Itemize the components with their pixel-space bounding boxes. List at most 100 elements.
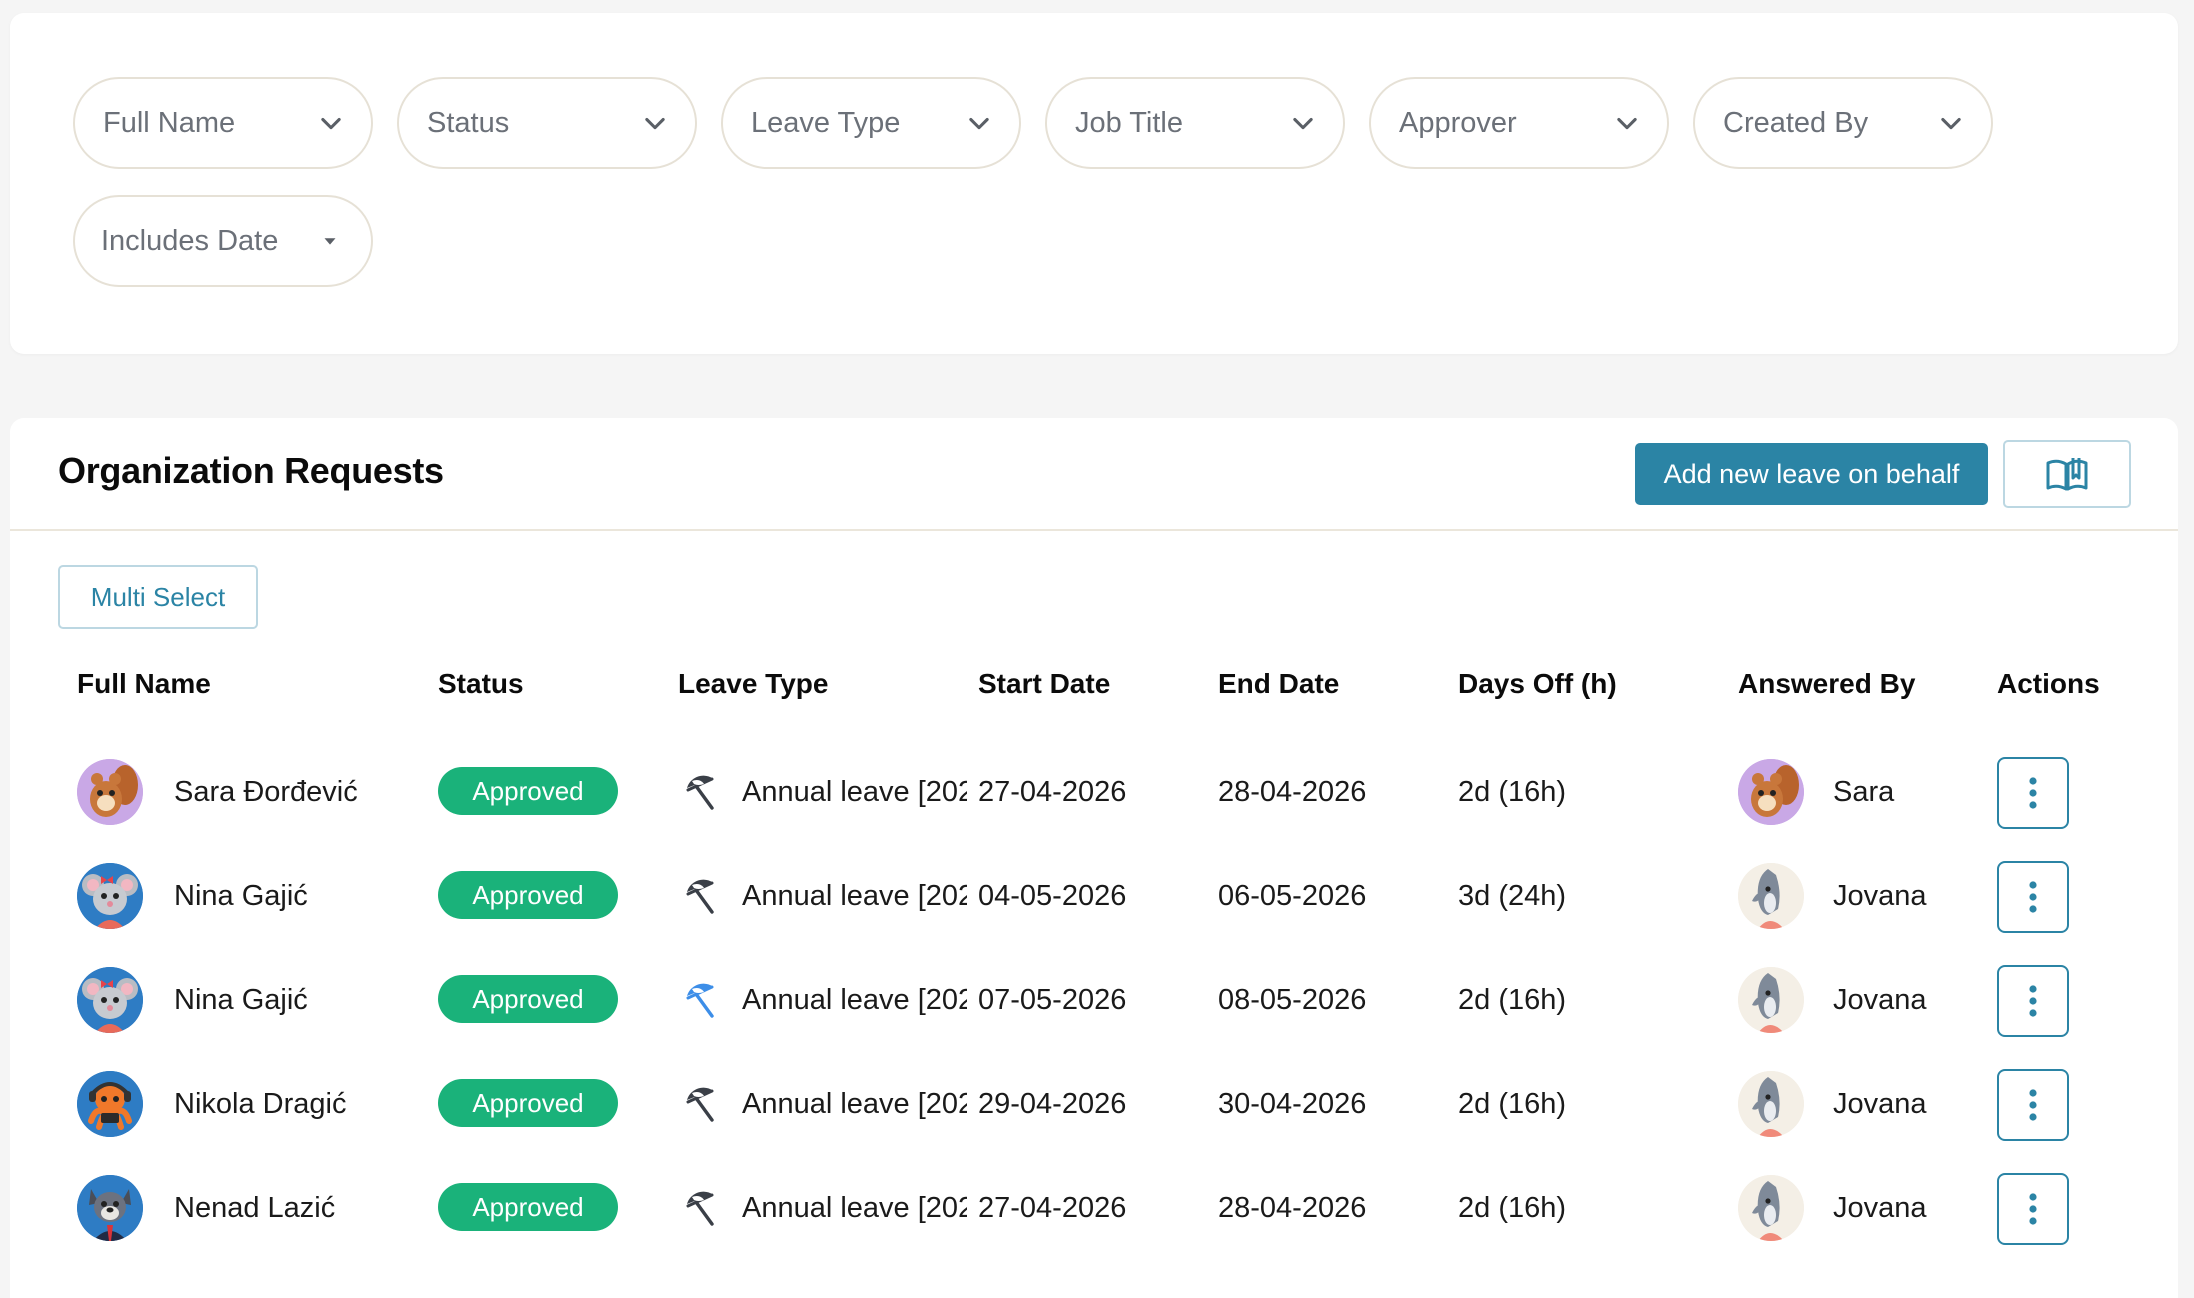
umbrella-icon: [686, 1087, 714, 1122]
column-header-status[interactable]: Status: [438, 668, 524, 700]
leave-type: Annual leave [2026]: [682, 1052, 967, 1156]
table-row[interactable]: Nenad Lazić Approved Annual leave [2026]…: [10, 1156, 2178, 1260]
column-header-leave-type[interactable]: Leave Type: [678, 668, 828, 700]
filter-job-title[interactable]: Job Title: [1045, 77, 1345, 169]
dog-avatar: [77, 1175, 143, 1241]
end-date: 28-04-2026: [1218, 775, 1367, 808]
row-actions-button[interactable]: [1997, 757, 2069, 829]
umbrella-icon: [686, 879, 714, 914]
filter-label: Full Name: [103, 106, 236, 139]
full-name[interactable]: Nikola Dragić: [174, 1052, 346, 1156]
days-off: 2d (16h): [1458, 775, 1567, 808]
book-open-icon: [2046, 458, 2088, 491]
dolphin-avatar: [1738, 1071, 1804, 1137]
days-off: 2d (16h): [1458, 1191, 1567, 1224]
chevron-down-icon: [1617, 117, 1637, 130]
kebab-menu-icon: [2029, 777, 2037, 809]
squirrel-avatar: [1738, 759, 1804, 825]
leave-type-label: Annual leave [2026]: [742, 983, 967, 1016]
umbrella-icon: [686, 983, 714, 1018]
page-title: Organization Requests: [58, 450, 444, 491]
octopus-avatar: [77, 1071, 143, 1137]
status-badge: Approved: [438, 975, 618, 1023]
leave-type-label: Annual leave [2026]: [742, 775, 967, 808]
days-off: 3d (24h): [1458, 879, 1567, 912]
answered-by: Jovana: [1833, 879, 1927, 912]
filter-label: Leave Type: [751, 106, 901, 139]
start-date: 27-04-2026: [978, 1191, 1127, 1224]
multi-select-button[interactable]: Multi Select: [58, 565, 258, 629]
leave-type: Annual leave [2026]: [682, 948, 967, 1052]
status-badge: Approved: [438, 767, 618, 815]
add-leave-on-behalf-button[interactable]: Add new leave on behalf: [1635, 443, 1988, 505]
organization-requests-panel: Organization Requests Add new leave on b…: [10, 418, 2178, 1298]
filter-full-name[interactable]: Full Name: [73, 77, 373, 169]
answered-by: Jovana: [1833, 983, 1927, 1016]
chevron-down-icon: [1293, 117, 1313, 130]
kebab-menu-icon: [2029, 1089, 2037, 1121]
mouse-avatar: [77, 863, 143, 929]
leave-type-label: Annual leave [2026]: [742, 1087, 967, 1120]
filter-includes-date[interactable]: Includes Date: [73, 195, 373, 287]
end-date: 30-04-2026: [1218, 1087, 1367, 1120]
full-name[interactable]: Nenad Lazić: [174, 1156, 335, 1260]
leave-type-label: Annual leave [2026]: [742, 879, 967, 912]
table-row[interactable]: Nina Gajić Approved Annual leave [2026] …: [10, 948, 2178, 1052]
end-date: 06-05-2026: [1218, 879, 1367, 912]
umbrella-icon: [686, 775, 714, 810]
column-header-days-off[interactable]: Days Off (h): [1458, 668, 1617, 700]
caret-down-icon: [324, 238, 336, 245]
row-actions-button[interactable]: [1997, 861, 2069, 933]
table-row[interactable]: Sara Đorđević Approved Annual leave [202…: [10, 740, 2178, 844]
guide-button[interactable]: [2003, 440, 2131, 508]
start-date: 29-04-2026: [978, 1087, 1127, 1120]
filter-created-by[interactable]: Created By: [1693, 77, 1993, 169]
requests-header: Organization Requests Add new leave on b…: [10, 418, 2178, 531]
days-off: 2d (16h): [1458, 983, 1567, 1016]
full-name[interactable]: Nina Gajić: [174, 844, 308, 948]
status-badge: Approved: [438, 1079, 618, 1127]
filter-label: Job Title: [1075, 106, 1183, 139]
column-header-actions: Actions: [1997, 668, 2100, 699]
end-date: 08-05-2026: [1218, 983, 1367, 1016]
row-actions-button[interactable]: [1997, 1173, 2069, 1245]
row-actions-button[interactable]: [1997, 1069, 2069, 1141]
leave-type: Annual leave [2026]: [682, 844, 967, 948]
chevron-down-icon: [969, 117, 989, 130]
start-date: 07-05-2026: [978, 983, 1127, 1016]
filter-label: Approver: [1399, 106, 1517, 139]
kebab-menu-icon: [2029, 985, 2037, 1017]
table-row[interactable]: Nikola Dragić Approved Annual leave [202…: [10, 1052, 2178, 1156]
chevron-down-icon: [321, 117, 341, 130]
column-header-full-name[interactable]: Full Name: [77, 668, 211, 700]
kebab-menu-icon: [2029, 881, 2037, 913]
column-header-end-date[interactable]: End Date: [1218, 668, 1339, 700]
table-row[interactable]: Nina Gajić Approved Annual leave [2026] …: [10, 844, 2178, 948]
answered-by: Jovana: [1833, 1087, 1927, 1120]
mouse-avatar: [77, 967, 143, 1033]
filter-label: Includes Date: [101, 224, 279, 257]
filter-label: Created By: [1723, 106, 1869, 139]
end-date: 28-04-2026: [1218, 1191, 1367, 1224]
answered-by: Jovana: [1833, 1191, 1927, 1224]
row-actions-button[interactable]: [1997, 965, 2069, 1037]
full-name[interactable]: Nina Gajić: [174, 948, 308, 1052]
status-badge: Approved: [438, 871, 618, 919]
dolphin-avatar: [1738, 1175, 1804, 1241]
full-name[interactable]: Sara Đorđević: [174, 740, 358, 844]
filter-leave-type[interactable]: Leave Type: [721, 77, 1021, 169]
filter-status[interactable]: Status: [397, 77, 697, 169]
leave-type-label: Annual leave [2026]: [742, 1191, 967, 1224]
start-date: 04-05-2026: [978, 879, 1127, 912]
filter-approver[interactable]: Approver: [1369, 77, 1669, 169]
dolphin-avatar: [1738, 967, 1804, 1033]
column-header-answered-by[interactable]: Answered By: [1738, 668, 1915, 700]
days-off: 2d (16h): [1458, 1087, 1567, 1120]
start-date: 27-04-2026: [978, 775, 1127, 808]
umbrella-icon: [686, 1191, 714, 1226]
leave-type: Annual leave [2026]: [682, 740, 967, 844]
column-header-start-date[interactable]: Start Date: [978, 668, 1110, 700]
kebab-menu-icon: [2029, 1193, 2037, 1225]
answered-by: Sara: [1833, 775, 1895, 808]
status-badge: Approved: [438, 1183, 618, 1231]
